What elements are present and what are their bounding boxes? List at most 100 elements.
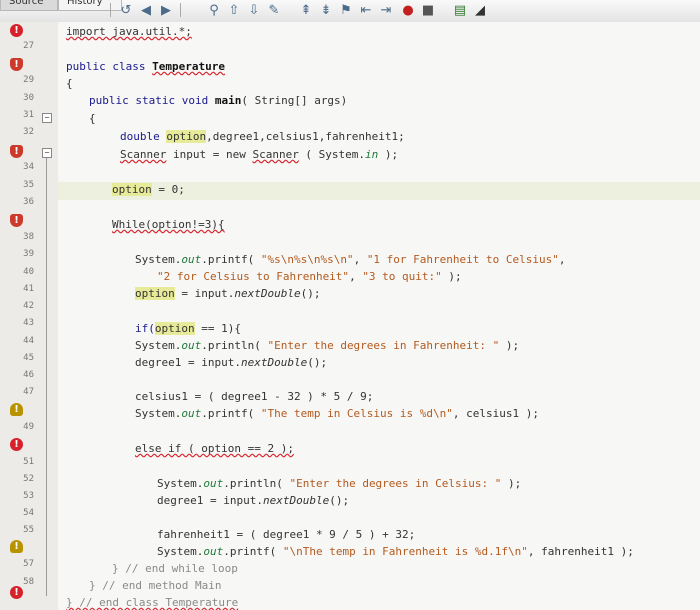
code-text: .printf( bbox=[201, 253, 261, 266]
back-icon[interactable]: ◀ bbox=[138, 2, 154, 18]
code-line: if(option == 1){ bbox=[135, 322, 241, 336]
code-text: .println( bbox=[223, 477, 290, 490]
code-line: System.out.printf( "The temp in Celsius … bbox=[135, 407, 539, 421]
code-editor[interactable]: import java.util.*; public class Tempera… bbox=[58, 22, 700, 610]
code-line: celsius1 = ( degree1 - 32 ) * 5 / 9; bbox=[135, 390, 373, 404]
warning-icon[interactable]: ! bbox=[10, 145, 23, 158]
code-text: (); bbox=[329, 494, 350, 507]
class-name: Temperature bbox=[152, 60, 225, 73]
code-line: degree1 = input.nextDouble(); bbox=[135, 356, 327, 370]
variable-option: option bbox=[135, 287, 175, 300]
code-text: = 0; bbox=[151, 183, 185, 196]
code-text: System. bbox=[135, 253, 182, 266]
code-text: System. bbox=[135, 407, 182, 420]
type-name: Scanner bbox=[252, 148, 299, 161]
comment: } // end class Temperature bbox=[66, 596, 239, 609]
shift-left-icon[interactable]: ⇤ bbox=[358, 2, 374, 18]
field-name: in bbox=[365, 148, 379, 161]
hint-bulb-icon[interactable]: ! bbox=[10, 540, 23, 553]
method-params: ( String[] args) bbox=[241, 94, 348, 107]
find-prev-icon[interactable]: ⇧ bbox=[226, 2, 242, 18]
variable: degree1 bbox=[157, 494, 204, 507]
fold-toggle-icon[interactable]: − bbox=[42, 113, 52, 123]
stop-macro-icon[interactable]: ■ bbox=[420, 2, 436, 18]
line-number: 35 bbox=[23, 180, 34, 190]
next-bookmark-icon[interactable]: ⇟ bbox=[318, 2, 334, 18]
error-icon[interactable]: ! bbox=[10, 24, 23, 37]
shift-right-icon[interactable]: ⇥ bbox=[378, 2, 394, 18]
code-line: option = input.nextDouble(); bbox=[135, 287, 320, 301]
method-call: nextDouble bbox=[262, 494, 330, 507]
code-line: Scanner input = new Scanner ( System.in … bbox=[120, 148, 398, 162]
forward-icon[interactable]: ▶ bbox=[158, 2, 174, 18]
record-macro-icon[interactable]: ● bbox=[400, 2, 416, 18]
line-number: 45 bbox=[23, 353, 34, 363]
comment: } // end while loop bbox=[112, 562, 238, 575]
code-text: , bbox=[353, 253, 367, 266]
toggle-highlight-icon[interactable]: ✎ bbox=[266, 2, 282, 18]
code-line: else if ( option == 2 ); bbox=[135, 442, 294, 456]
history-icon[interactable]: ↺ bbox=[118, 2, 134, 18]
warning-icon[interactable]: ! bbox=[10, 58, 23, 71]
fold-toggle-icon[interactable]: − bbox=[42, 148, 52, 158]
error-icon[interactable]: ! bbox=[10, 438, 23, 451]
comment-icon[interactable]: ▤ bbox=[452, 2, 468, 18]
code-line: option = 0; bbox=[112, 183, 185, 197]
uncomment-icon[interactable]: ◢ bbox=[472, 2, 488, 18]
field-name: out bbox=[203, 545, 224, 558]
hint-bulb-icon[interactable]: ! bbox=[10, 403, 23, 416]
code-text: = input. bbox=[174, 287, 235, 300]
error-icon[interactable]: ! bbox=[10, 586, 23, 599]
field-name: out bbox=[181, 407, 202, 420]
keyword: if( bbox=[135, 322, 155, 335]
field-name: out bbox=[181, 253, 202, 266]
line-number: 42 bbox=[23, 301, 34, 311]
find-next-icon[interactable]: ⇩ bbox=[246, 2, 262, 18]
line-number: 27 bbox=[23, 41, 34, 51]
brace: { bbox=[89, 112, 96, 125]
code-text: System. bbox=[157, 477, 204, 490]
code-text: (); bbox=[300, 287, 321, 300]
variable: degree1 bbox=[135, 356, 182, 369]
fold-guide bbox=[46, 158, 47, 596]
line-number: 30 bbox=[23, 93, 34, 103]
code-text: fahrenheit1 = ( degree1 * 9 / 5 ) + 32; bbox=[157, 528, 416, 541]
line-number: 52 bbox=[23, 474, 34, 484]
string-literal: "%s\n%s\n%s\n" bbox=[260, 253, 354, 266]
code-line: double option,degree1,celsius1,fahrenhei… bbox=[120, 130, 405, 144]
tab-source[interactable]: Source bbox=[0, 0, 58, 11]
code-text: = input. bbox=[181, 356, 241, 369]
code-text: input = new bbox=[166, 148, 253, 161]
string-literal: "Enter the degrees in Celsius: " bbox=[289, 477, 502, 490]
code-text: ); bbox=[441, 270, 462, 283]
code-line: } // end method Main bbox=[89, 579, 221, 593]
line-number: 46 bbox=[23, 370, 34, 380]
line-number: 39 bbox=[23, 249, 34, 259]
else-if-statement: else if ( option == 2 ); bbox=[135, 442, 294, 455]
type-name: Scanner bbox=[120, 148, 167, 161]
line-number: 40 bbox=[23, 267, 34, 277]
line-number: 44 bbox=[23, 336, 34, 346]
variable-option: option bbox=[112, 183, 152, 196]
code-text: ( System. bbox=[298, 148, 366, 161]
code-text: .printf( bbox=[223, 545, 283, 558]
tab-history[interactable]: History bbox=[58, 0, 122, 11]
code-text: System. bbox=[157, 545, 204, 558]
code-text: celsius1 = ( degree1 - 32 ) * 5 / 9; bbox=[135, 390, 374, 403]
line-number: 34 bbox=[23, 162, 34, 172]
code-line: While(option!=3){ bbox=[112, 218, 225, 232]
toggle-bookmark-icon[interactable]: ⚑ bbox=[338, 2, 354, 18]
editor-toolbar: Source History ↺ ◀ ▶ ⚲ ⇧ ⇩ ✎ ⇞ ⇟ ⚑ ⇤ ⇥ ●… bbox=[0, 0, 700, 23]
code-line: { bbox=[89, 112, 96, 126]
find-icon[interactable]: ⚲ bbox=[206, 2, 222, 18]
brace: { bbox=[66, 77, 73, 90]
line-number: 36 bbox=[23, 197, 34, 207]
toolbar-separator bbox=[110, 3, 111, 17]
string-literal: "The temp in Celsius is %d\n" bbox=[260, 407, 453, 420]
prev-bookmark-icon[interactable]: ⇞ bbox=[298, 2, 314, 18]
line-number: 53 bbox=[23, 491, 34, 501]
code-line: } // end while loop bbox=[112, 562, 238, 576]
code-text: .printf( bbox=[201, 407, 261, 420]
warning-icon[interactable]: ! bbox=[10, 214, 23, 227]
keyword: public class bbox=[66, 60, 153, 73]
